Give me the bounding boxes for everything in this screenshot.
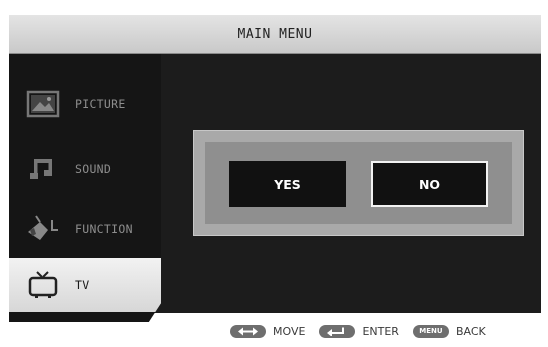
left-right-arrow-icon [230, 324, 266, 338]
dialog-panel: YES NO [205, 142, 512, 224]
sidebar-item-picture[interactable]: PICTURE [9, 77, 161, 131]
enter-arrow-icon [319, 324, 356, 338]
menu-title-bar: MAIN MENU [9, 15, 541, 54]
hint-label: ENTER [362, 324, 399, 338]
hint-label: MOVE [273, 324, 306, 338]
function-icon [25, 213, 61, 245]
hint-back: MENU BACK [412, 324, 486, 338]
confirm-dialog: YES NO [193, 130, 524, 236]
sidebar-menu: PICTURE SOUND FUNCTION TV [9, 54, 161, 322]
sidebar-item-label: SOUND [75, 162, 112, 176]
hint-enter: ENTER [319, 324, 399, 338]
sidebar-item-label: FUNCTION [75, 222, 133, 236]
sidebar-item-tv[interactable]: TV [9, 258, 161, 312]
page-title: MAIN MENU [237, 26, 313, 42]
sidebar-item-label: PICTURE [75, 97, 126, 111]
picture-icon [25, 88, 61, 120]
yes-button[interactable]: YES [229, 161, 346, 207]
menu-key-icon: MENU [412, 324, 449, 338]
sidebar-item-sound[interactable]: SOUND [9, 142, 161, 196]
hint-move: MOVE [230, 324, 306, 338]
sidebar-item-label: TV [75, 278, 90, 292]
no-button[interactable]: NO [371, 161, 488, 207]
hint-label: BACK [455, 324, 486, 338]
sidebar-item-function[interactable]: FUNCTION [9, 202, 161, 256]
music-note-icon [25, 153, 61, 185]
tv-icon [25, 269, 61, 301]
key-hints: MOVE ENTER MENU BACK [230, 321, 500, 341]
tv-osd-screen: MAIN MENU PICTURE SOUND FUNCTION TV YES … [0, 0, 548, 347]
